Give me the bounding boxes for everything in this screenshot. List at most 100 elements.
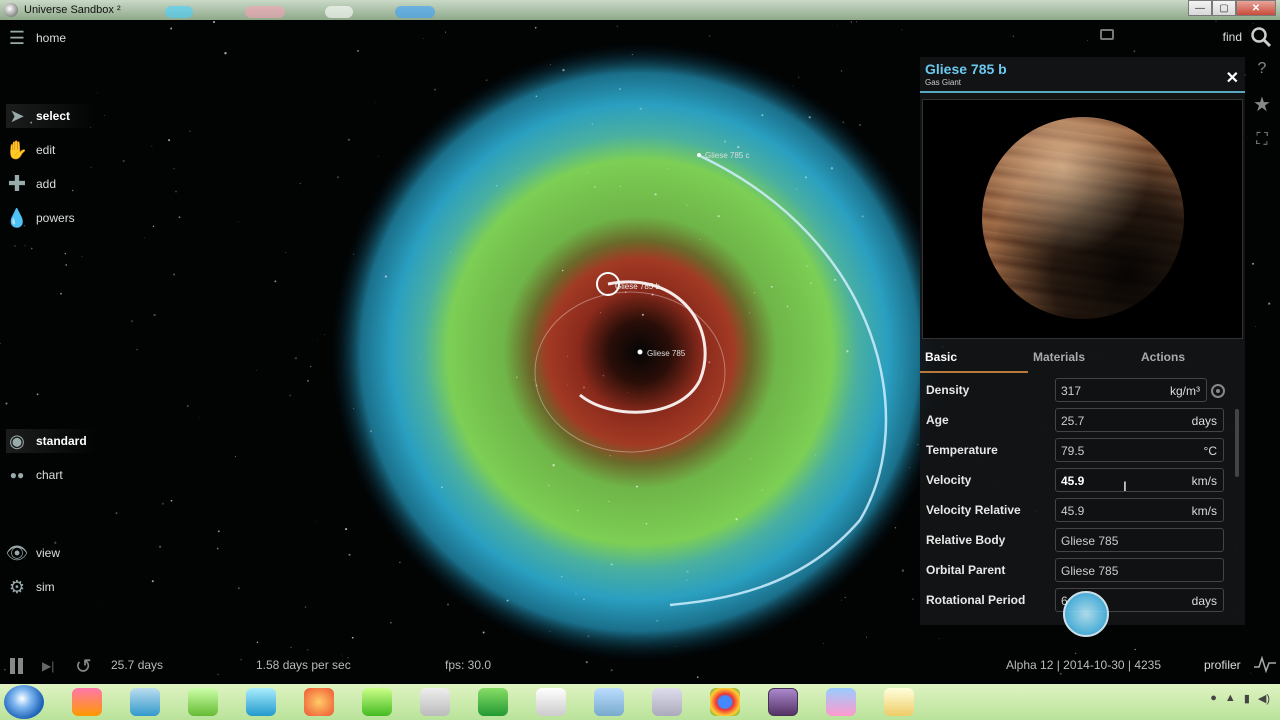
minimize-button[interactable]: —	[1188, 0, 1212, 16]
lock-target-icon[interactable]	[1211, 384, 1225, 398]
star-dot	[780, 274, 782, 276]
menu-view[interactable]: 👁 view	[6, 541, 60, 565]
taskbar-app-icon[interactable]	[72, 688, 102, 716]
star-dot	[0, 342, 1, 345]
panel-scrollbar[interactable]	[1235, 409, 1239, 477]
star-dot	[187, 405, 189, 407]
object-preview[interactable]	[922, 99, 1243, 339]
chart-dots-icon: ●●	[9, 468, 25, 482]
close-window-button[interactable]: ✕	[1236, 0, 1276, 16]
firefox-icon[interactable]	[304, 688, 334, 716]
star-dot	[153, 313, 156, 317]
network-icon[interactable]: ▮	[1244, 692, 1250, 705]
star-dot	[337, 176, 339, 179]
tab-basic[interactable]: Basic	[920, 345, 1028, 373]
star-dot	[447, 603, 449, 606]
taskbar-browser-icon[interactable]	[246, 688, 276, 716]
sim-speed[interactable]: 1.58 days per sec	[256, 658, 351, 672]
menu-add[interactable]: ✚ add	[6, 171, 56, 196]
taskbar-app-icon[interactable]	[884, 688, 914, 716]
star-dot	[238, 221, 239, 223]
star-dot	[696, 676, 699, 679]
taskbar-search-icon[interactable]	[130, 688, 160, 716]
maximize-button[interactable]: ▢	[1212, 0, 1236, 16]
drop-icon: 💧	[5, 207, 29, 228]
pulse-icon[interactable]	[1254, 655, 1276, 673]
age-field[interactable]: 25.7 days	[1055, 408, 1224, 432]
gas-giant-render	[982, 117, 1184, 319]
star-dot	[384, 275, 388, 278]
taskbar-app-icon[interactable]	[362, 688, 392, 716]
reset-icon[interactable]: ↺	[75, 654, 92, 679]
relative-body-field[interactable]: Gliese 785	[1055, 528, 1224, 552]
star-dot	[842, 121, 845, 124]
star-icon[interactable]: ★	[1253, 92, 1271, 117]
shield-icon[interactable]	[478, 688, 508, 716]
property-value: 25.7	[1061, 414, 1085, 428]
help-icon[interactable]: ?	[1258, 60, 1267, 78]
universe-sandbox-icon[interactable]	[768, 688, 798, 716]
star-dot	[173, 167, 175, 170]
star-dot	[353, 408, 355, 410]
start-button[interactable]	[4, 685, 44, 719]
tray-icon[interactable]: ▲	[1225, 692, 1236, 705]
star-dot	[170, 499, 173, 502]
chrome-icon[interactable]	[710, 688, 740, 716]
property-value: Gliese 785	[1061, 564, 1119, 578]
star-dot	[809, 282, 813, 285]
star-dot	[307, 649, 309, 651]
object-title: Gliese 785 b	[925, 61, 1007, 77]
star-dot	[299, 182, 301, 185]
star-dot	[585, 661, 588, 664]
menu-powers[interactable]: 💧 powers	[6, 206, 75, 230]
close-panel-button[interactable]: ✕	[1226, 68, 1239, 88]
find-label[interactable]: find	[1223, 30, 1242, 44]
star-dot	[577, 510, 579, 512]
menu-chart[interactable]: ●● chart	[6, 463, 63, 487]
star-dot	[901, 569, 905, 572]
tray-icon[interactable]: ●	[1210, 692, 1217, 705]
star-dot	[566, 384, 568, 386]
star-dot	[610, 563, 613, 566]
tab-materials[interactable]: Materials	[1028, 345, 1136, 373]
profiler-label[interactable]: profiler	[1204, 658, 1241, 672]
camera-icon[interactable]	[1100, 29, 1114, 40]
star-dot	[749, 312, 751, 314]
star-dot	[656, 619, 659, 622]
taskbar-app-icon[interactable]	[536, 688, 566, 716]
star-dot	[566, 355, 568, 357]
star-dot	[639, 107, 642, 110]
orbital-parent-field[interactable]: Gliese 785	[1055, 558, 1224, 582]
star-dot	[151, 145, 153, 147]
step-forward-icon[interactable]: ▶|	[42, 659, 54, 673]
density-field[interactable]: 317 kg/m³	[1055, 378, 1207, 402]
gear-icon: ⚙	[8, 576, 26, 597]
star-dot	[324, 334, 325, 336]
star-dot	[711, 396, 713, 398]
taskbar-app-icon[interactable]	[826, 688, 856, 716]
menu-select[interactable]: ➤ select	[6, 104, 96, 128]
star-dot	[97, 92, 99, 94]
property-value: 317	[1061, 384, 1082, 398]
taskbar-app-icon[interactable]	[188, 688, 218, 716]
menu-powers-label: powers	[36, 211, 75, 225]
panel-header: Gliese 785 b Gas Giant ✕	[920, 57, 1245, 93]
sim-time: 25.7 days	[111, 658, 164, 672]
temperature-field[interactable]: 79.5 °C	[1055, 438, 1224, 462]
tab-actions[interactable]: Actions	[1136, 345, 1244, 373]
volume-icon[interactable]: ◀)	[1258, 692, 1270, 705]
menu-standard[interactable]: ◉ standard	[6, 429, 96, 453]
taskbar-app-icon[interactable]	[652, 688, 682, 716]
menu-home[interactable]: ☰ home	[6, 26, 66, 50]
search-icon[interactable]	[1250, 26, 1272, 48]
fullscreen-icon[interactable]: ⛶	[1256, 131, 1267, 149]
star-dot	[215, 44, 217, 46]
menu-sim[interactable]: ⚙ sim	[6, 575, 55, 599]
velocity-field[interactable]: 45.9 km/s	[1055, 468, 1224, 492]
menu-edit[interactable]: ✋ edit	[6, 138, 56, 162]
velocity-relative-field[interactable]: 45.9 km/s	[1055, 498, 1224, 522]
star-dot	[901, 375, 903, 377]
taskbar-app-icon[interactable]	[594, 688, 624, 716]
taskbar-app-icon[interactable]	[420, 688, 450, 716]
pause-button[interactable]	[8, 658, 26, 674]
